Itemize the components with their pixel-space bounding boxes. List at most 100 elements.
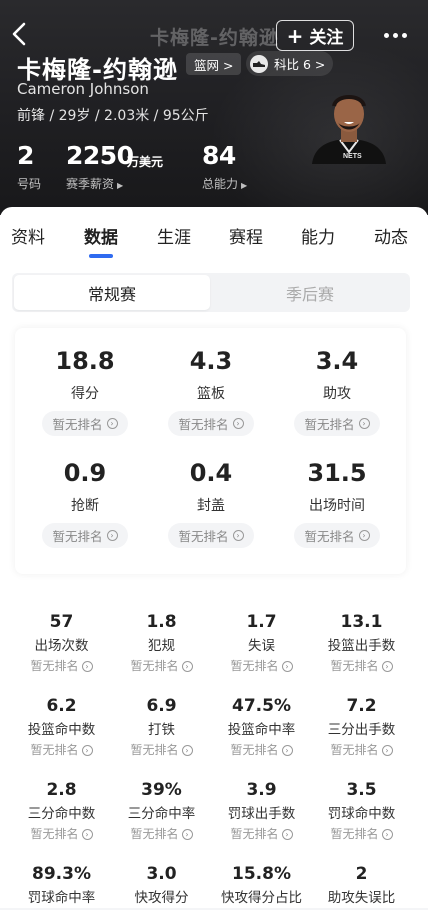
rank-text: 暂无排名 bbox=[52, 417, 103, 432]
stat-label: 罚球出手数 bbox=[227, 806, 296, 822]
key-stat-label: 出场时间 bbox=[309, 498, 365, 514]
tab-profile[interactable]: 资料 bbox=[11, 223, 45, 248]
rank-button[interactable]: 暂无排名 › bbox=[230, 742, 293, 758]
rank-button[interactable]: 暂无排名 › bbox=[230, 658, 293, 674]
rank-button[interactable]: 暂无排名 › bbox=[294, 411, 380, 436]
team-link[interactable]: 篮网 > bbox=[186, 53, 242, 75]
stat-item: 3.9 罚球出手数 暂无排名 › bbox=[208, 779, 315, 842]
info-icon: › bbox=[381, 660, 393, 672]
back-button[interactable] bbox=[8, 20, 32, 48]
stat-item: 57 出场次数暂无排名 › bbox=[8, 611, 115, 674]
info-icon: › bbox=[106, 418, 118, 429]
stat-item: 47.5% 投篮命中率 暂无排名 › bbox=[208, 695, 315, 758]
rank-button[interactable]: 暂无排名 › bbox=[30, 826, 93, 842]
rank-text: 暂无排名 bbox=[52, 529, 103, 544]
rank-button[interactable]: 暂无排名 › bbox=[330, 826, 393, 842]
stat-item: 3.0快攻得分暂无排名› bbox=[108, 863, 215, 910]
rank-button[interactable]: 暂无排名 › bbox=[42, 411, 128, 436]
info-icon: › bbox=[358, 418, 370, 429]
stat-label: 助攻失误比 bbox=[327, 890, 396, 906]
stat-label: 三分命中率 bbox=[127, 806, 196, 822]
tab-ability[interactable]: 能力 bbox=[301, 223, 335, 248]
key-stat-label: 篮板 bbox=[197, 386, 225, 402]
stat-item: 6.2 投篮命中数 暂无排名 › bbox=[8, 695, 115, 758]
more-options-button[interactable] bbox=[380, 22, 410, 48]
stat-label: 打铁 bbox=[148, 722, 175, 738]
rank-button[interactable]: 暂无排名 › bbox=[130, 742, 193, 758]
tab-news[interactable]: 动态 bbox=[374, 223, 408, 248]
segment-playoffs[interactable]: 季后赛 bbox=[212, 275, 408, 310]
stat-item: 7.2 三分出手数 暂无排名 › bbox=[308, 695, 415, 758]
rank-button[interactable]: 暂无排名 › bbox=[168, 411, 254, 436]
rank-button[interactable]: 暂无排名 › bbox=[230, 826, 293, 842]
key-stat-label: 抢断 bbox=[71, 498, 99, 514]
rank-button[interactable]: 暂无排名 › bbox=[330, 742, 393, 758]
active-tab-indicator bbox=[89, 254, 113, 258]
stat-value: 57 bbox=[49, 612, 74, 632]
rank-text: 暂无排名 bbox=[30, 659, 79, 673]
rank-button[interactable]: 暂无排名 › bbox=[130, 826, 193, 842]
sneaker-icon bbox=[250, 54, 268, 73]
stat-value: 39% bbox=[141, 780, 182, 800]
tab-career[interactable]: 生涯 bbox=[157, 223, 191, 248]
rank-text: 暂无排名 bbox=[230, 659, 279, 673]
header-faded-title: 卡梅隆-约翰逊 bbox=[150, 27, 279, 49]
rank-button[interactable]: 暂无排名 › bbox=[30, 658, 93, 674]
caret-right-icon: ▶ bbox=[117, 181, 124, 190]
rating-label: 总能力 bbox=[202, 177, 239, 191]
stat-item: 15.8%快攻得分占比暂无排名› bbox=[208, 863, 315, 910]
info-icon: › bbox=[232, 530, 244, 541]
key-stat-value: 3.4 bbox=[315, 347, 359, 375]
tab-schedule[interactable]: 赛程 bbox=[229, 223, 263, 248]
info-icon: › bbox=[281, 660, 293, 672]
rank-button[interactable]: 暂无排名 › bbox=[30, 742, 93, 758]
rank-text: 暂无排名 bbox=[330, 827, 379, 841]
info-icon: › bbox=[81, 744, 93, 756]
stat-value: 6.9 bbox=[146, 696, 177, 716]
player-name-en: Cameron Johnson bbox=[17, 80, 149, 98]
rank-button[interactable]: 暂无排名 › bbox=[330, 658, 393, 674]
rank-text: 暂无排名 bbox=[178, 417, 229, 432]
stat-value: 13.1 bbox=[340, 612, 383, 632]
rank-button[interactable]: 暂无排名 › bbox=[294, 523, 380, 548]
stat-value: 3.0 bbox=[146, 864, 177, 884]
rating-link[interactable]: 总能力 ▶ bbox=[202, 175, 247, 192]
rank-button[interactable]: 暂无排名 › bbox=[168, 523, 254, 548]
tab-stats[interactable]: 数据 bbox=[84, 223, 118, 248]
salary-link[interactable]: 赛季薪资 ▶ bbox=[66, 175, 123, 192]
key-stat-item: 0.4 封盖 暂无排名 › bbox=[146, 458, 276, 548]
rank-button[interactable]: 暂无排名 › bbox=[42, 523, 128, 548]
info-icon: › bbox=[106, 530, 118, 541]
stat-label: 犯规 bbox=[148, 638, 175, 654]
rating-value: 84 bbox=[202, 141, 236, 170]
shoe-link[interactable]: 科比 6 > bbox=[246, 51, 334, 76]
stat-item: 1.7 失误 暂无排名 › bbox=[208, 611, 315, 674]
key-stat-item: 3.4 助攻 暂无排名 › bbox=[272, 346, 402, 436]
stat-value: 1.7 bbox=[246, 612, 277, 632]
key-stat-value: 0.9 bbox=[63, 459, 107, 487]
more-dot-icon bbox=[401, 32, 407, 38]
rank-text: 暂无排名 bbox=[330, 743, 379, 757]
rank-text: 暂无排名 bbox=[178, 529, 229, 544]
jersey-number-label: 号码 bbox=[17, 177, 42, 191]
stat-item: 1.8 犯规 暂无排名 › bbox=[108, 611, 215, 674]
key-stat-value: 18.8 bbox=[55, 347, 115, 375]
rank-button[interactable]: 暂无排名 › bbox=[130, 658, 193, 674]
stat-label: 出场次数 bbox=[34, 638, 89, 654]
season-type-switch: 常规赛 季后赛 bbox=[12, 273, 410, 312]
rank-text: 暂无排名 bbox=[230, 827, 279, 841]
stat-label: 快攻得分占比 bbox=[221, 890, 302, 906]
player-header: 卡梅隆-约翰逊 + 关注 卡梅隆-约翰逊 篮网 > 科比 6 > Cameron… bbox=[0, 0, 428, 215]
info-icon: › bbox=[181, 828, 193, 840]
stat-item: 2.8 三分命中数 暂无排名 › bbox=[8, 779, 115, 842]
info-icon: › bbox=[81, 660, 93, 672]
rank-text: 暂无排名 bbox=[330, 659, 379, 673]
key-stat-item: 31.5 出场时间 暂无排名 › bbox=[272, 458, 402, 548]
segment-regular-season[interactable]: 常规赛 bbox=[14, 275, 210, 310]
rank-text: 暂无排名 bbox=[30, 827, 79, 841]
rank-text: 暂无排名 bbox=[30, 743, 79, 757]
stat-value: 2 bbox=[355, 864, 368, 884]
follow-button[interactable]: + 关注 bbox=[276, 20, 354, 51]
shoe-label: 科比 6 > bbox=[274, 57, 326, 72]
key-stat-item: 4.3 篮板 暂无排名 › bbox=[146, 346, 276, 436]
